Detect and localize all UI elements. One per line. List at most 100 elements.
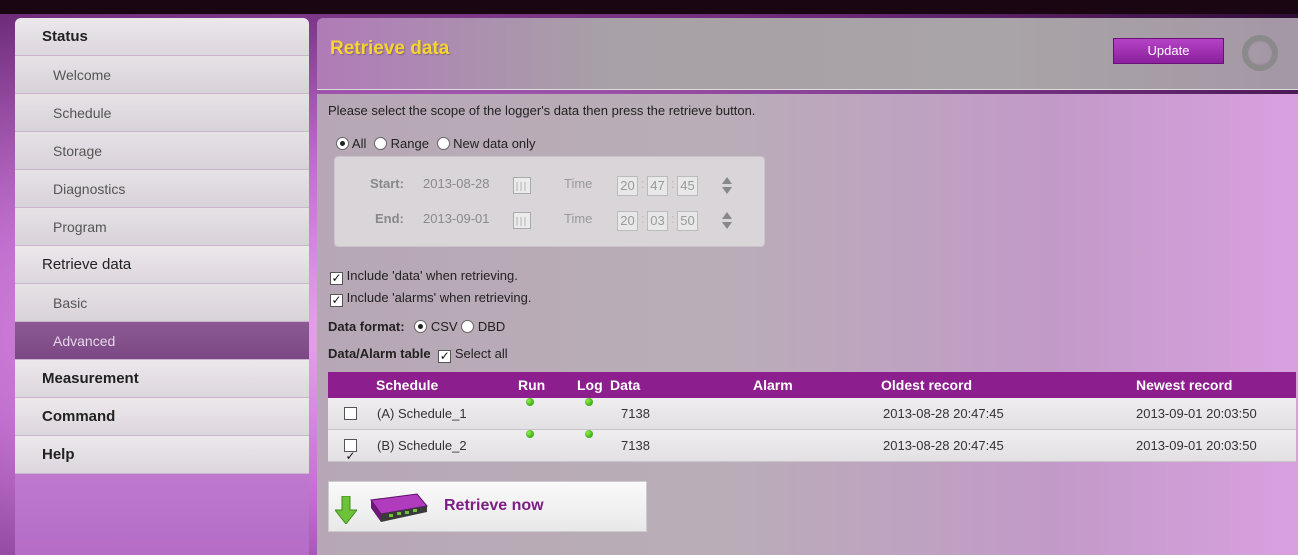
table-row[interactable]: ✓ (B) Schedule_2 7138 2013-08-28 20:47:4… [328, 430, 1296, 463]
sidebar-item-label: Advanced [53, 333, 116, 349]
sidebar-item-label: Schedule [53, 105, 112, 121]
scope-all-radio[interactable] [336, 137, 349, 150]
end-date-field[interactable]: 2013-09-01 [423, 211, 490, 226]
format-dbd-label[interactable]: DBD [478, 319, 505, 334]
top-bar [0, 0, 1298, 14]
sidebar-item-label: Status [42, 28, 88, 45]
start-minute-field[interactable]: 47 [647, 176, 668, 196]
schedule-cell: (A) Schedule_1 [377, 406, 467, 421]
end-minute-field[interactable]: 03 [647, 211, 668, 231]
page-title: Retrieve data [330, 38, 450, 59]
select-all-checkbox[interactable]: ✓ [438, 350, 452, 363]
start-label: Start: [370, 176, 404, 191]
data-logger-icon [370, 493, 428, 522]
scope-new-data-label[interactable]: New data only [453, 136, 535, 151]
log-status-icon [585, 430, 593, 438]
column-header-log: Log [577, 377, 603, 393]
main-panel: Retrieve data Update Please select the s… [317, 18, 1298, 555]
data-alarm-table-row: Data/Alarm table ✓ Select all [328, 346, 508, 363]
include-alarms-option: ✓ Include 'alarms' when retrieving. [330, 290, 532, 307]
data-cell: 7138 [621, 438, 650, 453]
sidebar: Status Welcome Schedule Storage Diagnost… [15, 18, 309, 555]
retrieve-now-label: Retrieve now [444, 497, 544, 514]
data-alarm-table-label: Data/Alarm table [328, 346, 431, 361]
end-hour-field[interactable]: 20 [617, 211, 638, 231]
time-label: Time [564, 176, 593, 191]
newest-record-cell: 2013-09-01 20:03:50 [1136, 406, 1257, 421]
run-status-icon [526, 430, 534, 438]
time-label: Time [564, 211, 593, 226]
sidebar-item-help[interactable]: Help [15, 436, 309, 474]
sidebar-item-storage[interactable]: Storage [15, 132, 309, 170]
sidebar-item-basic[interactable]: Basic [15, 284, 309, 322]
select-all-label[interactable]: Select all [455, 346, 508, 361]
sidebar-item-label: Diagnostics [53, 181, 126, 197]
scope-options: All Range New data only [336, 136, 540, 151]
format-csv-label[interactable]: CSV [431, 319, 458, 334]
format-dbd-radio[interactable] [461, 320, 475, 333]
start-hour-field[interactable]: 20 [617, 176, 638, 196]
calendar-icon[interactable] [513, 177, 531, 194]
schedule-table: Schedule Run Log Data Alarm Oldest recor… [328, 372, 1296, 463]
download-arrow-icon [335, 496, 357, 524]
sidebar-item-label: Welcome [53, 67, 112, 83]
sidebar-item-program[interactable]: Program [15, 208, 309, 246]
start-second-field[interactable]: 45 [677, 176, 698, 196]
include-data-checkbox[interactable]: ✓ [330, 272, 343, 285]
sidebar-item-schedule[interactable]: Schedule [15, 94, 309, 132]
scope-range-radio[interactable] [373, 137, 387, 150]
sidebar-item-label: Command [42, 408, 116, 425]
include-data-label[interactable]: Include 'data' when retrieving. [347, 268, 518, 283]
log-status-icon [585, 398, 593, 406]
column-header-alarm: Alarm [753, 377, 793, 393]
include-alarms-checkbox[interactable]: ✓ [330, 294, 343, 307]
column-header-newest-record: Newest record [1136, 377, 1233, 393]
sidebar-item-measurement[interactable]: Measurement [15, 360, 309, 398]
newest-record-cell: 2013-09-01 20:03:50 [1136, 438, 1257, 453]
sidebar-item-retrieve-data[interactable]: Retrieve data [15, 246, 309, 284]
row-checkbox[interactable]: ✓ [344, 439, 357, 463]
start-date-field[interactable]: 2013-08-28 [423, 176, 490, 191]
scope-new-data-radio[interactable] [436, 137, 450, 150]
run-status-icon [526, 398, 534, 406]
content-area: Please select the scope of the logger's … [317, 94, 1298, 555]
sidebar-item-label: Storage [53, 143, 103, 159]
range-panel: Start: 2013-08-28 Time 20 : 47 : 45 End:… [334, 156, 765, 247]
column-header-oldest-record: Oldest record [881, 377, 973, 393]
table-row[interactable]: (A) Schedule_1 7138 2013-08-28 20:47:45 … [328, 398, 1296, 430]
loading-spinner-icon [1242, 35, 1278, 71]
scope-all-label[interactable]: All [352, 136, 366, 151]
data-cell: 7138 [621, 406, 650, 421]
row-checkbox[interactable] [344, 407, 357, 420]
page-header: Retrieve data Update [317, 18, 1298, 90]
start-time-stepper-icon[interactable] [721, 177, 733, 195]
end-time-stepper-icon[interactable] [721, 212, 733, 230]
data-format-label: Data format: [328, 319, 405, 334]
column-header-schedule: Schedule [376, 377, 439, 393]
sidebar-item-label: Measurement [42, 370, 139, 387]
end-second-field[interactable]: 50 [677, 211, 698, 231]
include-data-option: ✓ Include 'data' when retrieving. [330, 268, 518, 285]
sidebar-item-welcome[interactable]: Welcome [15, 56, 309, 94]
scope-range-label[interactable]: Range [391, 136, 429, 151]
sidebar-item-label: Help [42, 446, 75, 463]
end-label: End: [375, 211, 404, 226]
range-end-row: End: 2013-09-01 Time 20 : 03 : 50 [335, 211, 766, 235]
instruction-text: Please select the scope of the logger's … [328, 103, 756, 118]
range-start-row: Start: 2013-08-28 Time 20 : 47 : 45 [335, 176, 766, 200]
sidebar-item-diagnostics[interactable]: Diagnostics [15, 170, 309, 208]
update-button[interactable]: Update [1113, 38, 1224, 64]
include-alarms-label[interactable]: Include 'alarms' when retrieving. [347, 290, 532, 305]
sidebar-item-advanced[interactable]: Advanced [15, 322, 309, 360]
sidebar-item-label: Retrieve data [42, 256, 132, 273]
data-format-row: Data format: CSV DBD [328, 319, 505, 334]
calendar-icon[interactable] [513, 212, 531, 229]
oldest-record-cell: 2013-08-28 20:47:45 [883, 438, 1004, 453]
sidebar-item-command[interactable]: Command [15, 398, 309, 436]
retrieve-now-button[interactable]: Retrieve now [328, 481, 647, 532]
format-csv-radio[interactable] [414, 320, 428, 333]
sidebar-item-label: Basic [53, 295, 88, 311]
table-header: Schedule Run Log Data Alarm Oldest recor… [328, 372, 1296, 398]
sidebar-item-status[interactable]: Status [15, 18, 309, 56]
column-header-data: Data [610, 377, 641, 393]
